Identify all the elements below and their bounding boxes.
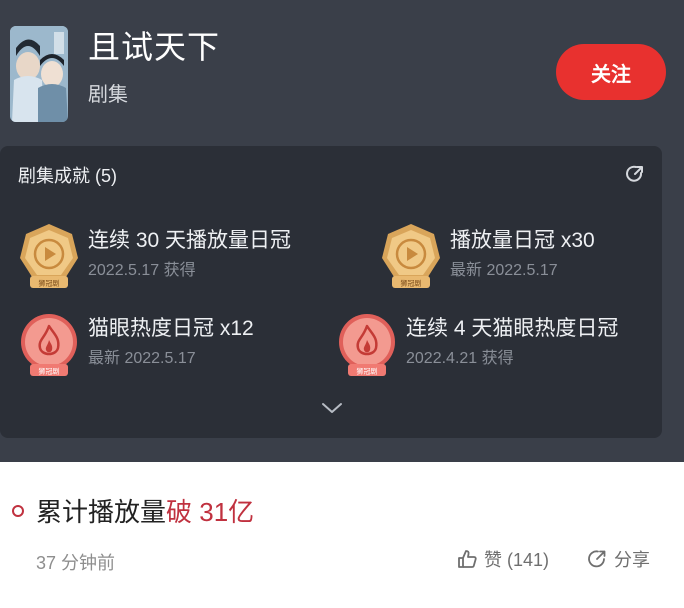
- achievements-panel: 剧集成就 (5) 狮冠剧 连续 30 天播放量日冠 2022.5.17 获得 狮…: [0, 146, 662, 438]
- achievement-item[interactable]: 狮冠剧 猫眼热度日冠 x12 最新 2022.5.17: [18, 310, 338, 390]
- red-flame-medal-icon: 狮冠剧: [21, 314, 77, 376]
- share-icon: [588, 550, 606, 568]
- post-title: 累计播放量破 31亿: [12, 492, 254, 529]
- gold-play-medal-icon: 狮冠剧: [382, 224, 440, 288]
- share-button[interactable]: 分享: [586, 546, 650, 572]
- achievement-name: 播放量日冠 x30: [450, 229, 595, 252]
- achievements-heading: 剧集成就 (5): [18, 166, 117, 186]
- post-title-main: 累计播放量: [36, 497, 167, 527]
- medal-ribbon-text: 狮冠剧: [39, 279, 60, 288]
- expand-chevron-down-icon[interactable]: [320, 400, 344, 416]
- achievement-date: 最新 2022.5.17: [88, 350, 196, 367]
- gold-play-medal-icon: 狮冠剧: [20, 224, 78, 288]
- post-title-highlight: 破 31亿: [166, 497, 255, 527]
- show-poster[interactable]: [10, 26, 68, 122]
- thumbs-up-icon: [458, 550, 477, 568]
- like-button[interactable]: 赞 (141): [456, 546, 549, 572]
- follow-button[interactable]: 关注: [556, 44, 666, 100]
- show-title: 且试天下: [88, 29, 221, 65]
- medal-ribbon-text: 狮冠剧: [401, 279, 422, 288]
- achievement-name: 猫眼热度日冠 x12: [88, 317, 254, 340]
- share-out-icon[interactable]: [625, 164, 645, 184]
- achievement-date: 最新 2022.5.17: [450, 262, 558, 279]
- show-category: 剧集: [88, 84, 128, 106]
- medal-ribbon-text: 狮冠剧: [357, 367, 378, 376]
- achievement-item[interactable]: 狮冠剧 连续 4 天猫眼热度日冠 2022.4.21 获得: [336, 310, 656, 390]
- show-header-area: 且试天下 剧集 关注 剧集成就 (5) 狮冠剧 连续 30 天播放量日冠 202…: [0, 0, 684, 462]
- bullet-ring-icon: [12, 505, 24, 518]
- like-label: 赞 (141): [484, 550, 550, 570]
- red-flame-medal-icon: 狮冠剧: [339, 314, 395, 376]
- post-timestamp: 37 分钟前: [36, 553, 116, 573]
- achievement-date: 2022.5.17 获得: [88, 262, 196, 279]
- achievement-item[interactable]: 狮冠剧 连续 30 天播放量日冠 2022.5.17 获得: [18, 222, 338, 302]
- achievement-item[interactable]: 狮冠剧 播放量日冠 x30 最新 2022.5.17: [380, 222, 684, 302]
- achievement-name: 连续 30 天播放量日冠: [88, 229, 292, 252]
- medal-ribbon-text: 狮冠剧: [39, 367, 60, 376]
- achievement-name: 连续 4 天猫眼热度日冠: [406, 317, 619, 340]
- share-label: 分享: [614, 550, 650, 570]
- achievement-date: 2022.4.21 获得: [406, 350, 514, 367]
